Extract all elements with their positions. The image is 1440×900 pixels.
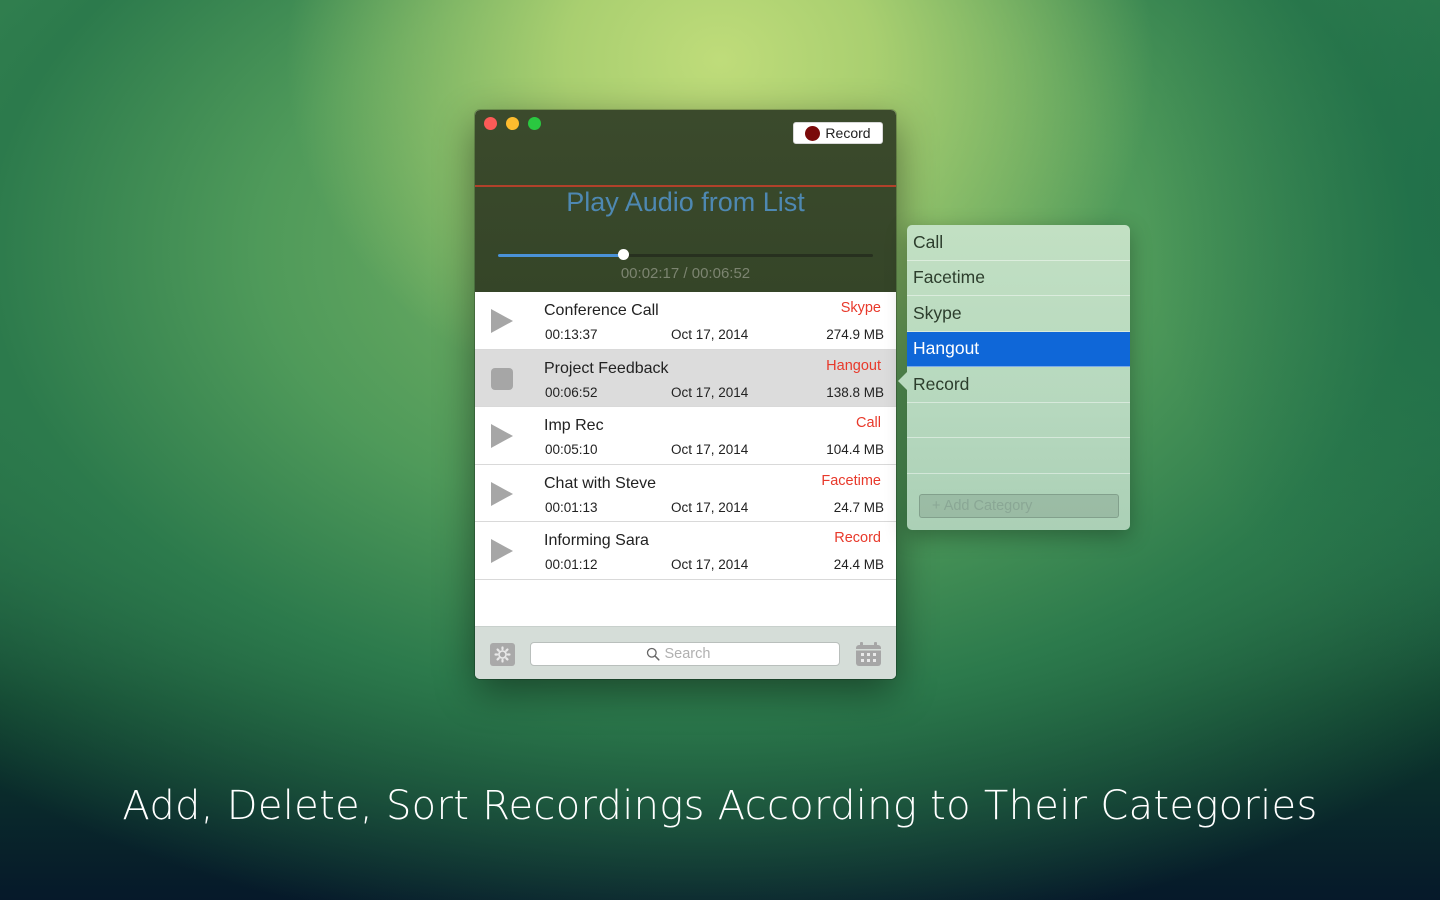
category-item-record[interactable]: Record	[907, 367, 1130, 403]
recording-category[interactable]: Record	[834, 530, 881, 546]
calendar-icon	[856, 642, 881, 666]
add-category-button[interactable]: + Add Category	[919, 494, 1119, 518]
recording-title: Chat with Steve	[544, 474, 657, 492]
total-time: 00:06:52	[691, 265, 751, 282]
search-icon	[646, 647, 660, 661]
category-item-hangout[interactable]: Hangout	[907, 331, 1130, 367]
category-item-call[interactable]: Call	[907, 225, 1130, 261]
play-icon[interactable]	[491, 309, 513, 333]
time-readout: 00:02:17 / 00:06:52	[475, 265, 896, 282]
category-empty-slot	[907, 403, 1130, 438]
marketing-caption: Add, Delete, Sort Recordings According t…	[122, 783, 1318, 829]
playback-progress-slider[interactable]	[498, 249, 873, 260]
recording-duration: 00:13:37	[545, 327, 598, 342]
recording-title: Project Feedback	[544, 359, 669, 377]
recording-title: Conference Call	[544, 302, 659, 319]
zoom-button[interactable]	[528, 117, 541, 130]
record-dot-icon	[805, 125, 821, 141]
recording-duration: 00:01:12	[545, 557, 598, 572]
play-icon[interactable]	[491, 424, 513, 448]
category-popover: Call Facetime Skype Hangout Record + Add…	[898, 225, 1130, 530]
recording-date: Oct 17, 2014	[671, 499, 749, 515]
recording-date: Oct 17, 2014	[671, 327, 749, 342]
elapsed-time: 00:02:17	[620, 265, 680, 282]
recording-size: 24.7 MB	[833, 499, 884, 515]
player-header: Record Play Audio from List 00:02:17 / 0…	[475, 110, 896, 292]
category-label: Call	[913, 231, 944, 252]
recording-row[interactable]: Imp Rec 00:05:10 Oct 17, 2014 Call 104.4…	[475, 407, 896, 465]
recording-category[interactable]: Call	[856, 415, 881, 431]
category-label: Hangout	[913, 338, 980, 359]
play-icon[interactable]	[491, 539, 513, 563]
category-label: Record	[913, 373, 970, 394]
recording-size: 138.8 MB	[826, 384, 884, 400]
search-input[interactable]	[664, 646, 725, 662]
recording-category[interactable]: Facetime	[821, 473, 881, 489]
settings-button[interactable]	[490, 643, 515, 666]
window-controls	[484, 117, 541, 130]
now-playing-title: Play Audio from List	[566, 187, 805, 217]
stop-icon[interactable]	[491, 367, 513, 390]
category-empty-slot	[907, 438, 1130, 474]
recording-row[interactable]: Informing Sara 00:01:12 Oct 17, 2014 Rec…	[475, 522, 896, 580]
time-separator: /	[679, 265, 692, 282]
recording-size: 104.4 MB	[826, 442, 884, 457]
recording-date: Oct 17, 2014	[671, 557, 749, 572]
progress-knob[interactable]	[617, 249, 629, 260]
record-button[interactable]: Record	[793, 122, 883, 144]
search-field[interactable]	[530, 642, 840, 666]
category-item-facetime[interactable]: Facetime	[907, 261, 1130, 296]
record-button-label: Record	[825, 125, 871, 141]
app-window: Record Play Audio from List 00:02:17 / 0…	[475, 110, 896, 679]
play-icon[interactable]	[491, 481, 513, 506]
gear-icon	[494, 646, 511, 663]
recordings-list: Conference Call 00:13:37 Oct 17, 2014 Sk…	[475, 292, 896, 626]
close-button[interactable]	[484, 117, 497, 130]
recording-date: Oct 17, 2014	[671, 384, 749, 400]
category-label: Skype	[913, 302, 962, 323]
recording-duration: 00:05:10	[545, 442, 598, 457]
category-item-skype[interactable]: Skype	[907, 296, 1130, 332]
recording-row[interactable]: Conference Call 00:13:37 Oct 17, 2014 Sk…	[475, 292, 896, 350]
popover-arrow	[898, 371, 908, 391]
calendar-button[interactable]	[856, 642, 881, 666]
recording-size: 24.4 MB	[833, 557, 884, 572]
recording-duration: 00:01:13	[545, 499, 598, 515]
bottom-toolbar	[475, 626, 896, 679]
progress-fill	[498, 254, 623, 257]
recording-category[interactable]: Hangout	[826, 358, 881, 374]
recording-title: Informing Sara	[544, 532, 649, 549]
recording-duration: 00:06:52	[545, 384, 598, 400]
recording-row[interactable]: Chat with Steve 00:01:13 Oct 17, 2014 Fa…	[475, 465, 896, 522]
minimize-button[interactable]	[506, 117, 519, 130]
recording-category[interactable]: Skype	[841, 300, 881, 316]
category-label: Facetime	[913, 267, 985, 288]
recording-size: 274.9 MB	[826, 327, 884, 342]
recording-title: Imp Rec	[544, 417, 604, 434]
recording-row[interactable]: Project Feedback 00:06:52 Oct 17, 2014 H…	[475, 349, 896, 407]
recording-date: Oct 17, 2014	[671, 442, 749, 457]
